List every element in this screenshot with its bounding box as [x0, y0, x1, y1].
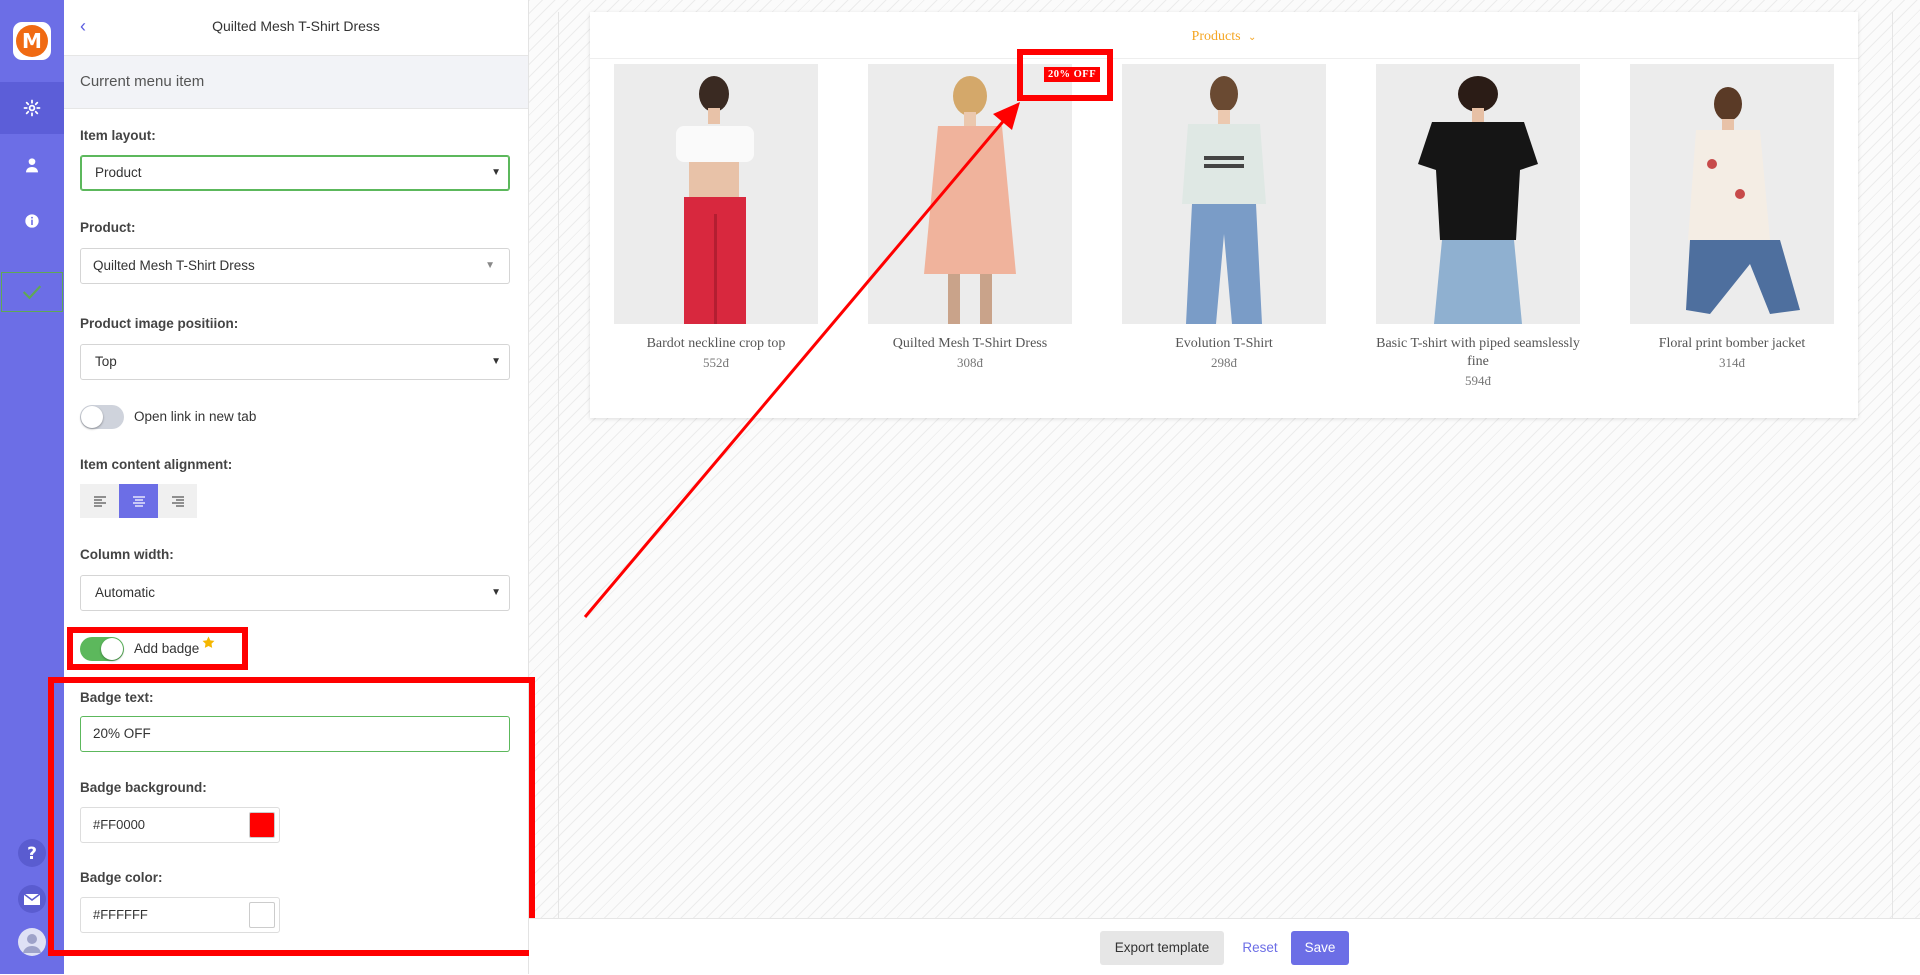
annotation-arrow-icon	[583, 102, 1020, 618]
reset-button[interactable]: Reset	[1235, 931, 1285, 965]
export-template-button[interactable]: Export template	[1100, 931, 1224, 965]
footer-bar: Export template Reset Save	[529, 918, 1920, 975]
save-button[interactable]: Save	[1291, 931, 1349, 965]
